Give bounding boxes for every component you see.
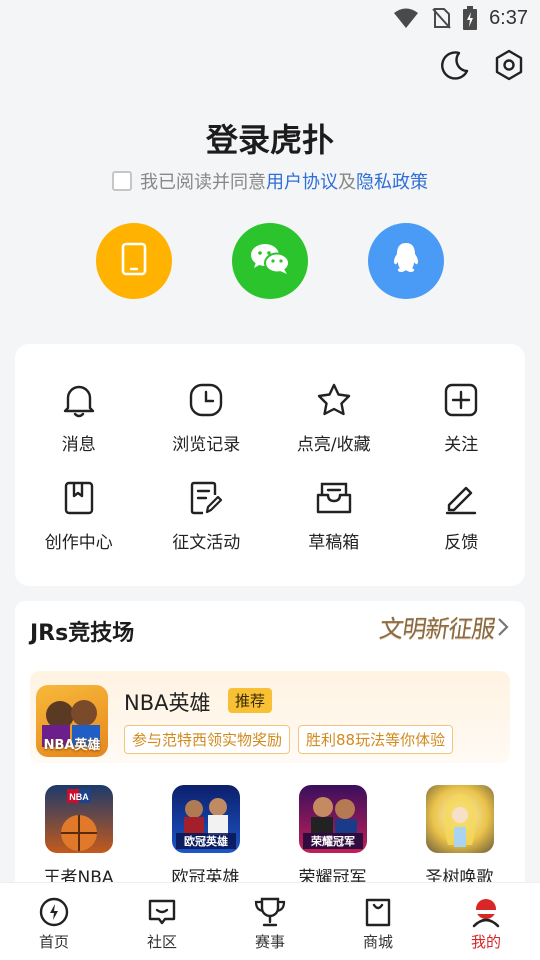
wechat-login-button[interactable] <box>232 223 308 299</box>
game-icon: 欧冠英雄 <box>171 785 240 853</box>
menu-item-feedback[interactable]: 反馈 <box>398 478 526 576</box>
menu-item-history[interactable]: 浏览记录 <box>143 380 271 478</box>
arena-title: JRs竞技场 <box>30 621 135 646</box>
menu-item-label: 创作中心 <box>44 533 113 553</box>
menu-item-label: 反馈 <box>444 533 479 553</box>
agreement-and: 及 <box>338 172 356 193</box>
status-bar: 6:37 <box>0 0 540 36</box>
tab-matches[interactable]: 赛事 <box>216 883 324 960</box>
pencil-icon <box>441 478 481 518</box>
tab-label: 赛事 <box>254 933 285 951</box>
game-icon-text: NBA <box>69 792 89 802</box>
promo-game-icon-label: NBA英雄 <box>43 738 101 753</box>
login-title: 登录虎扑 <box>205 121 334 159</box>
menu-item-drafts[interactable]: 草稿箱 <box>270 478 398 576</box>
game-icon-text: 荣耀冠军 <box>310 834 355 848</box>
tab-label: 首页 <box>38 933 69 951</box>
recommend-badge: 推荐 <box>228 688 273 713</box>
game-icon-text: 欧冠英雄 <box>184 834 228 848</box>
tab-community[interactable]: 社区 <box>108 883 216 960</box>
tab-mall[interactable]: 商城 <box>324 883 432 960</box>
wifi-icon <box>393 7 419 29</box>
tab-label: 社区 <box>146 933 177 951</box>
phone-icon <box>121 242 147 280</box>
game-item-rongyao-guanjun[interactable]: 荣耀冠军 荣耀冠军 <box>269 785 396 888</box>
menu-card: 消息 浏览记录 点亮/收藏 关注 创作中心 征文活动 草稿箱 反馈 <box>15 344 525 586</box>
battery-charging-icon <box>463 6 478 30</box>
menu-item-label: 草稿箱 <box>308 533 360 553</box>
menu-item-label: 消息 <box>61 435 96 455</box>
promo-chips: 参与范特西领实物奖励 胜利88玩法等你体验 <box>124 725 454 754</box>
status-time: 6:37 <box>489 6 528 29</box>
moon-icon <box>439 49 471 85</box>
games-list: NBA 王者NBA 欧冠英雄 欧冠英雄 荣耀冠军 荣耀冠军 圣树唤歌 <box>15 785 525 888</box>
inbox-icon <box>314 478 354 518</box>
agreement-row: 我已阅读并同意 用户协议 及 隐私政策 <box>0 168 540 194</box>
bell-icon <box>59 380 99 420</box>
qq-login-button[interactable] <box>368 223 444 299</box>
game-item-wangzhe-nba[interactable]: NBA 王者NBA <box>15 785 142 888</box>
game-item-ouguan-yingxiong[interactable]: 欧冠英雄 欧冠英雄 <box>142 785 269 888</box>
promo-chip: 参与范特西领实物奖励 <box>124 725 291 754</box>
agreement-checkbox[interactable] <box>112 171 132 191</box>
menu-item-messages[interactable]: 消息 <box>15 380 143 478</box>
settings-button[interactable] <box>492 49 526 85</box>
promo-game-card[interactable]: NBA英雄 NBA英雄 推荐 参与范特西领实物奖励 胜利88玩法等你体验 <box>30 671 510 763</box>
game-item-shengshu-huange[interactable]: 圣树唤歌 <box>396 785 523 888</box>
star-icon <box>314 380 354 420</box>
tab-label: 我的 <box>470 933 501 951</box>
shopping-bag-icon <box>361 895 395 929</box>
arena-banner[interactable]: 文明新征服 <box>378 609 498 644</box>
phone-login-button[interactable] <box>96 223 172 299</box>
chevron-right-icon[interactable] <box>497 617 509 641</box>
menu-item-label: 关注 <box>444 435 479 455</box>
menu-item-label: 浏览记录 <box>172 435 241 455</box>
promo-game-name: NBA英雄 <box>124 691 211 715</box>
game-icon <box>425 785 494 853</box>
no-sim-icon <box>431 7 451 29</box>
menu-item-follow[interactable]: 关注 <box>398 380 526 478</box>
book-icon <box>59 478 99 518</box>
menu-item-label: 点亮/收藏 <box>296 435 371 455</box>
plus-square-icon <box>441 380 481 420</box>
community-icon <box>145 895 179 929</box>
qq-icon <box>390 241 422 281</box>
promo-chip: 胜利88玩法等你体验 <box>298 725 454 754</box>
login-methods <box>0 223 540 299</box>
menu-item-label: 征文活动 <box>172 533 241 553</box>
home-icon <box>37 895 71 929</box>
gear-icon <box>493 49 525 85</box>
promo-game-icon: NBA英雄 <box>36 685 108 757</box>
privacy-policy-link[interactable]: 隐私政策 <box>356 168 428 194</box>
edit-doc-icon <box>186 478 226 518</box>
tab-home[interactable]: 首页 <box>0 883 108 960</box>
menu-item-essay-event[interactable]: 征文活动 <box>143 478 271 576</box>
agreement-text: 我已阅读并同意 <box>140 172 266 193</box>
wechat-icon <box>250 242 290 280</box>
top-actions <box>438 49 526 85</box>
bottom-tab-bar: 首页 社区 赛事 商城 我的 <box>0 882 540 960</box>
night-mode-button[interactable] <box>438 50 472 84</box>
tab-label: 商城 <box>362 933 393 951</box>
arena-header[interactable]: JRs竞技场 文明新征服 <box>15 601 525 657</box>
trophy-icon <box>253 895 287 929</box>
user-agreement-link[interactable]: 用户协议 <box>266 168 338 194</box>
tab-mine[interactable]: 我的 <box>432 883 540 960</box>
menu-item-favorites[interactable]: 点亮/收藏 <box>270 380 398 478</box>
game-icon: NBA <box>44 785 113 853</box>
user-icon <box>469 895 503 929</box>
clock-icon <box>186 380 226 420</box>
arena-card: JRs竞技场 文明新征服 NBA英雄 NBA英雄 推荐 参与范特西领实物奖励 胜… <box>15 601 525 891</box>
game-icon: 荣耀冠军 <box>298 785 367 853</box>
menu-item-creator-center[interactable]: 创作中心 <box>15 478 143 576</box>
